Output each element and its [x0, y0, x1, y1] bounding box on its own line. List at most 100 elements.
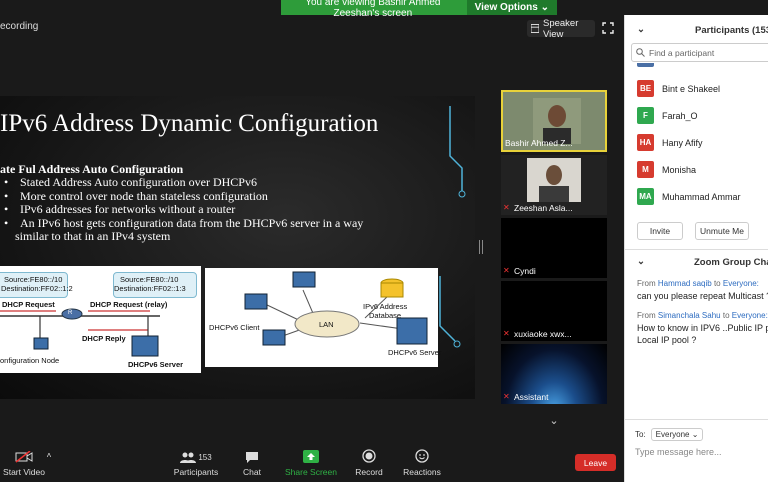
avatar: MA — [637, 188, 654, 205]
participants-collapse-icon[interactable]: ⌄ — [637, 24, 645, 35]
chat-recipient: Everyone: — [722, 279, 759, 288]
participant-row[interactable]: F Farah_O — [637, 107, 698, 124]
participant-name: Bashir Ahmed Z... — [505, 138, 573, 148]
video-options-caret[interactable]: ˄ — [44, 441, 54, 482]
invite-button[interactable]: Invite — [637, 222, 683, 240]
video-thumb-cyndi[interactable]: ✕ Cyndi — [501, 218, 607, 278]
mic-muted-icon: ✕ — [503, 329, 510, 338]
chat-collapse-icon[interactable]: ⌄ — [637, 256, 645, 267]
participant-name: ✕ Assistant — [503, 392, 549, 402]
video-thumb-bashir[interactable]: Bashir Ahmed Z... — [501, 90, 607, 152]
video-thumb-assistant[interactable]: ✕ Assistant — [501, 344, 607, 404]
dhcp-client-label: DHCPv6 Client — [209, 323, 260, 332]
chat-message-text: can you please repeat Multicast ? — [637, 291, 768, 301]
participant-row[interactable]: BE Bint e Shakeel — [637, 80, 720, 97]
record-icon — [362, 449, 376, 463]
slide-bullets: Stated Address Auto configuration over D… — [4, 175, 363, 244]
search-placeholder: Find a participant — [649, 47, 715, 58]
chat-input-divider — [625, 419, 768, 420]
chat-message-header: From Hammad saqib to Everyone: — [637, 279, 759, 288]
unmute-me-button[interactable]: Unmute Me — [695, 222, 749, 240]
splitter-handle[interactable] — [479, 240, 483, 254]
video-thumb-xuxiaoke[interactable]: ✕ xuxiaoke xwx... — [501, 281, 607, 341]
chevron-down-icon[interactable]: ⌄ — [541, 411, 567, 429]
lan-label: LAN — [319, 320, 334, 329]
banner-text: You are viewing Bashir Ahmed Zeeshan's s… — [305, 0, 441, 19]
reactions-label: Reactions — [403, 467, 441, 477]
participants-icon-group: 153 — [180, 452, 212, 463]
avatar: F — [637, 107, 654, 124]
participants-label: Participants — [173, 467, 219, 477]
participant-name: Hany Afify — [662, 137, 703, 148]
mic-muted-icon: ✕ — [503, 203, 510, 212]
to-label: To: — [635, 430, 646, 439]
database-label-line2: Database — [369, 311, 402, 320]
thumb-name-label: Cyndi — [514, 266, 536, 276]
participant-row[interactable]: HA Hany Afify — [637, 134, 703, 151]
share-screen-label: Share Screen — [285, 467, 337, 477]
caret-up-icon: ˄ — [46, 450, 52, 460]
bullet-item-continuation: similar to that in an IPv4 system — [15, 229, 171, 243]
configuration-node-label: onfiguration Node — [0, 356, 60, 365]
chevron-down-icon: ⌄ — [691, 430, 699, 439]
recipient-dropdown[interactable]: Everyone ⌄ — [650, 428, 704, 441]
leave-button[interactable]: Leave — [575, 454, 616, 471]
share-screen-button[interactable]: Share Screen — [284, 441, 338, 482]
fullscreen-icon[interactable] — [602, 22, 614, 34]
partial-avatar — [637, 63, 654, 67]
bullet-item: Stated Address Auto configuration over D… — [4, 175, 363, 190]
chat-button[interactable]: Chat — [236, 441, 268, 482]
dhcp-server-label: DHCPv6 Server — [128, 360, 184, 369]
thumb-name-label: xuxiaoke xwx... — [514, 329, 572, 339]
mic-muted-icon: ✕ — [503, 392, 510, 401]
recipient-value: Everyone — [655, 430, 690, 439]
meeting-toolbar: Start Video ˄ 153 Participants Chat Shar… — [0, 441, 622, 482]
bullet-item: IPv6 addresses for networks without a ro… — [4, 202, 363, 217]
participant-row[interactable]: MA Muhammad Ammar — [637, 188, 741, 205]
chat-sender: Simanchala Sahu — [657, 311, 721, 320]
thumb-name-label: Assistant — [514, 392, 549, 402]
start-video-button[interactable]: Start Video — [2, 441, 46, 482]
grid-icon — [531, 24, 539, 33]
chat-icon — [246, 452, 258, 463]
search-icon — [636, 48, 645, 57]
to-word: to — [722, 311, 730, 320]
screen-share-banner: You are viewing Bashir Ahmed Zeeshan's s… — [281, 0, 557, 19]
start-video-label: Start Video — [3, 467, 45, 477]
avatar: BE — [637, 80, 654, 97]
record-label: Record — [355, 467, 383, 477]
dhcp-reply-label: DHCP Reply — [82, 334, 126, 343]
emoji-icon — [415, 449, 429, 463]
participant-search[interactable]: Find a participant — [631, 43, 768, 62]
speaker-view-button[interactable]: Speaker View — [527, 18, 595, 40]
participants-button[interactable]: 153 Participants — [170, 441, 222, 482]
chat-label: Chat — [243, 467, 261, 477]
chat-message-text: How to know in IPV6 ..Public IP p — [637, 323, 768, 333]
view-options-button[interactable]: View Options ⌄ — [466, 0, 557, 15]
chat-input[interactable]: Type message here... — [635, 447, 722, 457]
reactions-button[interactable]: Reactions — [402, 441, 442, 482]
participant-name: Monisha — [662, 164, 697, 175]
chat-recipient: Everyone: — [731, 311, 768, 320]
from-prefix: From — [637, 311, 656, 320]
chat-message-header: From Simanchala Sahu to Everyone: — [637, 311, 768, 320]
from-prefix: From — [637, 279, 656, 288]
participant-name: Muhammad Ammar — [662, 191, 741, 202]
dhcp-server-label: DHCPv6 Server — [388, 348, 442, 357]
thumb-name-label: Bashir Ahmed Z... — [505, 138, 573, 148]
record-button[interactable]: Record — [350, 441, 388, 482]
view-options-label: View Options — [474, 2, 538, 13]
chat-title: Zoom Group Chat — [694, 257, 768, 268]
profile-picture — [527, 158, 581, 202]
video-thumb-zeeshan[interactable]: ✕ Zeeshan Asla... — [501, 155, 607, 215]
dhcp-relay-diagram: Source:FE80::/10 Destination:FF02::1:2 S… — [0, 266, 201, 373]
router-label: R — [68, 310, 73, 316]
participant-row[interactable]: M Monisha — [637, 161, 696, 178]
participant-name: Farah_O — [662, 110, 698, 121]
chat-message-text: Local IP pool ? — [637, 335, 697, 345]
share-screen-icon — [303, 450, 319, 463]
slide-title: IPv6 Address Dynamic Configuration — [0, 110, 379, 137]
participant-name: ✕ xuxiaoke xwx... — [503, 329, 572, 339]
shared-slide: IPv6 Address Dynamic Configuration ate F… — [0, 96, 475, 399]
participants-title: Participants (153) — [695, 25, 768, 36]
